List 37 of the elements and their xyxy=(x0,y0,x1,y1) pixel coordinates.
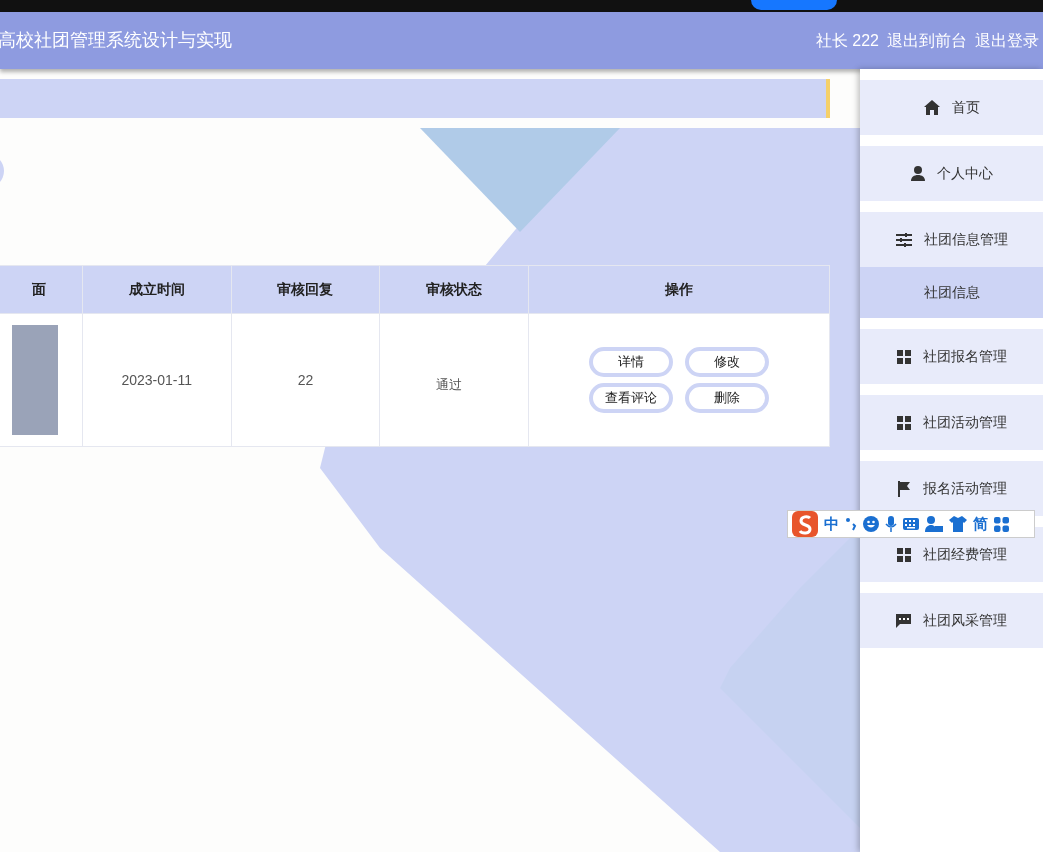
keyboard-icon[interactable] xyxy=(903,518,919,530)
grid-icon[interactable] xyxy=(994,516,1009,532)
action-button[interactable]: 修改 xyxy=(685,347,770,377)
punctuation-icon[interactable] xyxy=(845,517,857,531)
sidebar-item[interactable]: 报名活动管理 xyxy=(860,461,1043,516)
sliders-icon xyxy=(895,232,912,247)
action-button[interactable]: 详情 xyxy=(589,347,674,377)
ime-mode[interactable]: 中 xyxy=(824,512,839,536)
column-header: 审核回复 xyxy=(231,265,380,314)
flag-icon xyxy=(896,480,911,497)
home-icon xyxy=(923,100,940,115)
table-cell: 通过 xyxy=(379,313,529,447)
column-header: 面 xyxy=(0,265,83,314)
column-header: 审核状态 xyxy=(379,265,529,314)
sidebar-item[interactable]: 社团风采管理 xyxy=(860,593,1043,648)
action-button[interactable]: 查看评论 xyxy=(589,383,674,413)
sidebar-item[interactable]: 社团信息管理 xyxy=(860,212,1043,267)
sidebar-item[interactable]: 社团报名管理 xyxy=(860,329,1043,384)
emoji-icon[interactable] xyxy=(863,516,879,532)
grid-icon xyxy=(896,547,911,562)
sidebar-subitem[interactable]: 社团信息 xyxy=(860,267,1043,318)
grid-icon xyxy=(896,415,911,430)
action-button[interactable]: 删除 xyxy=(685,383,770,413)
user-icon[interactable] xyxy=(925,516,943,532)
column-header: 成立时间 xyxy=(82,265,232,314)
column-header: 操作 xyxy=(528,265,830,314)
table-cell: 22 xyxy=(231,313,380,447)
sidebar-item[interactable]: 社团活动管理 xyxy=(860,395,1043,450)
table-cell: 2023-01-11 xyxy=(82,313,232,447)
shirt-icon[interactable] xyxy=(949,516,967,532)
user-name: 社长 222 xyxy=(815,30,879,51)
sidebar-item[interactable]: 个人中心 xyxy=(860,146,1043,201)
sidebar-item[interactable]: 首页 xyxy=(860,80,1043,135)
chat-icon xyxy=(896,613,911,628)
grid-icon xyxy=(896,349,911,364)
microphone-icon[interactable] xyxy=(885,516,897,532)
person-icon xyxy=(910,166,925,181)
